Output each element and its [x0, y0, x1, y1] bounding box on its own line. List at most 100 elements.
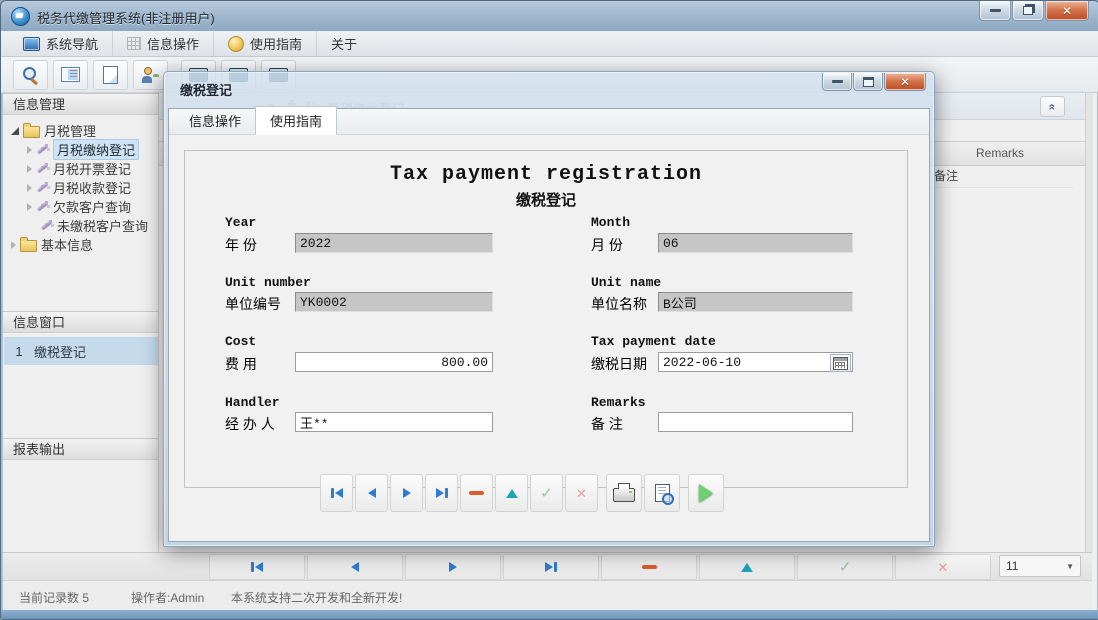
tree-label: 基本信息: [41, 235, 93, 254]
cross-icon: ✕: [938, 561, 949, 574]
tree-node-month-tax[interactable]: 月税管理: [11, 121, 96, 140]
restore-button[interactable]: [1012, 1, 1044, 21]
label-year-en: Year: [225, 215, 256, 230]
cost-field[interactable]: [295, 352, 493, 372]
section-header-info-window[interactable]: 信息窗口: [3, 311, 158, 333]
status-operator: 操作者:Admin: [131, 589, 204, 606]
section-header-info-manage[interactable]: 信息管理: [3, 93, 158, 115]
check-icon: ✓: [839, 560, 852, 575]
tree-node-receipt-register[interactable]: 月税收款登记: [27, 178, 131, 197]
tab-user-guide[interactable]: 使用指南: [255, 106, 337, 135]
dialog-maximize-button[interactable]: [853, 73, 883, 91]
minimize-button[interactable]: [979, 1, 1011, 21]
collapsed-arrow-icon[interactable]: [11, 241, 16, 249]
grid-column-remarks[interactable]: Remarks: [926, 142, 1073, 165]
collapsed-arrow-icon[interactable]: [27, 146, 32, 154]
tree-node-pay-register[interactable]: 月税缴纳登记: [27, 140, 139, 159]
dialog-next-button[interactable]: [390, 474, 423, 512]
month-field: [658, 233, 853, 253]
app-logo-icon: [11, 7, 30, 26]
post-record-button[interactable]: ✓: [797, 554, 893, 580]
tax-registration-dialog: 缴税登记 ✕ 信息操作 使用指南 Tax payment registratio…: [163, 71, 935, 547]
tree-node-basic-info[interactable]: 基本信息: [11, 235, 93, 254]
collapsed-arrow-icon[interactable]: [27, 203, 32, 211]
collapsed-arrow-icon[interactable]: [27, 184, 32, 192]
cross-icon: ✕: [576, 487, 587, 500]
dialog-delete-button[interactable]: [460, 474, 493, 512]
tree-label: 未缴税客户查询: [57, 216, 148, 235]
collapsed-arrow-icon[interactable]: [27, 165, 32, 173]
dialog-minimize-button[interactable]: [822, 73, 852, 91]
label-unit-number-en: Unit number: [225, 275, 311, 290]
edit-icon: [741, 563, 753, 572]
print-preview-button[interactable]: [644, 474, 680, 512]
dialog-tab-bar: 信息操作 使用指南: [169, 109, 929, 135]
right-rail: [1085, 93, 1093, 552]
next-record-button[interactable]: [405, 554, 501, 580]
report-icon: [61, 67, 80, 82]
calendar-icon: [833, 357, 848, 370]
preview-icon: [655, 484, 670, 502]
search-button[interactable]: [13, 60, 48, 90]
report-button[interactable]: [53, 60, 88, 90]
dialog-last-button[interactable]: [425, 474, 458, 512]
tab-info-ops[interactable]: 信息操作: [175, 107, 255, 134]
tax-date-wrap: [658, 352, 853, 372]
menu-info-ops[interactable]: 信息操作: [113, 31, 214, 56]
dialog-edit-button[interactable]: [495, 474, 528, 512]
tree-node-debt-query[interactable]: 欠款客户查询: [27, 197, 131, 216]
last-record-button[interactable]: [503, 554, 599, 580]
prior-record-button[interactable]: [307, 554, 403, 580]
label-cost-en: Cost: [225, 334, 256, 349]
execute-button[interactable]: [688, 474, 724, 512]
guide-icon: [228, 36, 244, 52]
label-month-zh: 月 份: [591, 235, 623, 255]
tax-date-field[interactable]: [658, 352, 853, 372]
record-count-combo[interactable]: 11 ▼: [999, 555, 1081, 577]
menu-label: 信息操作: [147, 34, 199, 53]
wand-icon: [36, 143, 49, 156]
dialog-close-button[interactable]: ✕: [884, 73, 926, 91]
menu-user-guide[interactable]: 使用指南: [214, 31, 317, 56]
menu-label: 系统导航: [46, 34, 98, 53]
dialog-post-button[interactable]: ✓: [530, 474, 563, 512]
bar-icon: [251, 562, 254, 572]
delete-record-button[interactable]: [601, 554, 697, 580]
tree-node-unpaid-query[interactable]: 未缴税客户查询: [40, 216, 148, 235]
dialog-cancel-button[interactable]: ✕: [565, 474, 598, 512]
remarks-field[interactable]: [658, 412, 853, 432]
info-window-item[interactable]: 1 缴税登记: [4, 337, 158, 365]
dialog-prior-button[interactable]: [355, 474, 388, 512]
dialog-first-button[interactable]: [320, 474, 353, 512]
menu-label: 使用指南: [250, 34, 302, 53]
printer-icon: [613, 488, 635, 502]
section-header-report-output[interactable]: 报表输出: [3, 438, 158, 460]
close-button[interactable]: ✕: [1045, 1, 1089, 21]
bar-icon: [331, 488, 334, 498]
restore-icon: [1023, 6, 1033, 15]
folder-icon: [20, 240, 37, 252]
year-field: [295, 233, 493, 253]
label-unit-number-zh: 单位编号: [225, 294, 281, 314]
print-button[interactable]: [606, 474, 642, 512]
grid-cell-remarks[interactable]: 备注: [927, 164, 1073, 188]
app-window: 税务代缴管理系统(非注册用户) ✕ 系统导航 信息操作 使用指南 关于: [0, 0, 1098, 620]
dialog-title: 缴税登记: [180, 80, 232, 99]
cancel-record-button[interactable]: ✕: [895, 554, 991, 580]
date-picker-button[interactable]: [830, 354, 851, 372]
status-message: 本系统支持二次开发和全新开发!: [231, 589, 402, 606]
label-month-en: Month: [591, 215, 630, 230]
first-record-button[interactable]: [209, 554, 305, 580]
tree-node-invoice-register[interactable]: 月税开票登记: [27, 159, 131, 178]
prior-record-icon: [368, 488, 376, 498]
edit-record-button[interactable]: [699, 554, 795, 580]
menu-system-nav[interactable]: 系统导航: [9, 31, 113, 56]
label-year-zh: 年 份: [225, 235, 257, 255]
document-button[interactable]: [93, 60, 128, 90]
menu-about[interactable]: 关于: [317, 31, 371, 56]
label-unit-name-zh: 单位名称: [591, 294, 647, 314]
dialog-navigator: ✓ ✕: [320, 474, 724, 512]
expanded-arrow-icon[interactable]: [11, 127, 19, 135]
handler-field[interactable]: [295, 412, 493, 432]
panel-collapse-button[interactable]: «: [1040, 96, 1065, 117]
